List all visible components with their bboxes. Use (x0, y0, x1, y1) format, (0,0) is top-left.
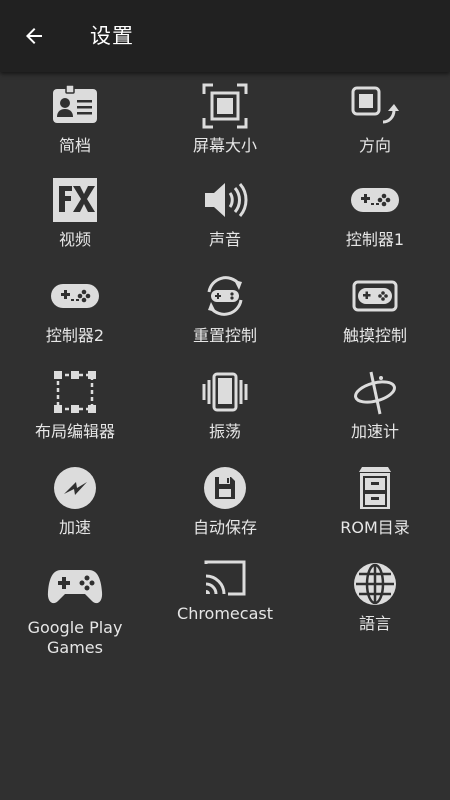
floppy-icon (204, 467, 246, 509)
settings-item-controller2[interactable]: 控制器2 (0, 264, 150, 360)
settings-item-label: Google Play Games (27, 618, 123, 657)
fx-icon (53, 178, 97, 222)
id-card-icon (53, 84, 97, 123)
settings-item-label: 触摸控制 (342, 326, 407, 345)
vibrate-icon (202, 372, 248, 412)
settings-item-label: ROM目录 (340, 518, 410, 537)
settings-item-reset-controls[interactable]: 重置控制 (150, 264, 300, 360)
settings-item-archive[interactable]: 简档 (0, 72, 150, 168)
play-gamepad-icon (47, 570, 103, 604)
cabinet-icon (359, 467, 391, 509)
settings-item-touch-controls[interactable]: 触摸控制 (300, 264, 450, 360)
lightning-icon (54, 467, 96, 509)
accelerometer-icon (354, 371, 396, 415)
settings-item-label: Chromecast (177, 604, 273, 623)
layout-select-icon (54, 371, 96, 413)
settings-item-sound[interactable]: 声音 (150, 168, 300, 264)
settings-item-label: 振荡 (208, 422, 241, 441)
touch-gamepad-icon (352, 280, 398, 312)
settings-item-speedup[interactable]: 加速 (0, 456, 150, 552)
settings-item-language[interactable]: 語言 (300, 552, 450, 672)
settings-item-label: 加速计 (350, 422, 399, 441)
settings-item-label: 声音 (208, 230, 241, 249)
settings-item-google-play[interactable]: Google Play Games (0, 552, 150, 672)
settings-item-chromecast[interactable]: Chromecast (150, 552, 300, 672)
globe-icon (354, 563, 396, 605)
settings-item-autosave[interactable]: 自动保存 (150, 456, 300, 552)
settings-item-label: 方向 (358, 136, 391, 155)
settings-item-label: 控制器2 (45, 326, 105, 345)
settings-item-video[interactable]: 视频 (0, 168, 150, 264)
settings-item-controller1[interactable]: 控制器1 (300, 168, 450, 264)
settings-item-orientation[interactable]: 方向 (300, 72, 450, 168)
back-button[interactable] (14, 16, 54, 56)
settings-item-rom-dir[interactable]: ROM目录 (300, 456, 450, 552)
app-bar: 设置 (0, 0, 450, 72)
settings-item-label: 語言 (358, 614, 391, 633)
rotate-screen-icon (351, 86, 399, 124)
settings-item-vibration[interactable]: 振荡 (150, 360, 300, 456)
settings-item-label: 视频 (58, 230, 91, 249)
cast-icon (204, 560, 246, 596)
settings-item-label: 布局编辑器 (34, 422, 115, 441)
settings-item-label: 自动保存 (192, 518, 257, 537)
settings-item-label: 简档 (58, 136, 91, 155)
settings-item-label: 屏幕大小 (192, 136, 257, 155)
settings-item-label: 加速 (58, 518, 91, 537)
settings-item-accelerometer[interactable]: 加速计 (300, 360, 450, 456)
page-title: 设置 (90, 24, 134, 48)
arrow-back-icon (26, 28, 42, 44)
settings-item-screen-size[interactable]: 屏幕大小 (150, 72, 300, 168)
reset-gamepad-icon (207, 276, 243, 316)
gamepad-icon (51, 284, 99, 308)
settings-item-layout-editor[interactable]: 布局编辑器 (0, 360, 150, 456)
settings-item-label: 控制器1 (345, 230, 405, 249)
speaker-icon (205, 183, 248, 217)
gamepad-icon (351, 188, 399, 212)
settings-item-label: 重置控制 (192, 326, 257, 345)
screen-size-icon (202, 83, 248, 129)
